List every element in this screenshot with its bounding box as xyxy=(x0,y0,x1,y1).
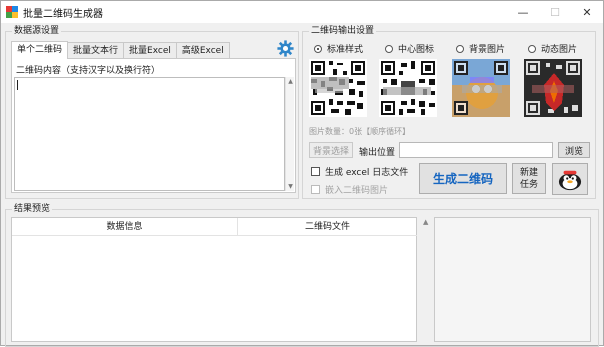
single-qr-panel: 二维码内容（支持汉字以及换行符） ▲ ▼ xyxy=(11,58,296,193)
new-task-line1: 新建 xyxy=(519,168,538,178)
scroll-up-icon[interactable]: ▲ xyxy=(286,77,295,86)
excel-log-label: 生成 excel 日志文件 xyxy=(325,168,409,178)
penguin-mascot-icon[interactable] xyxy=(552,163,588,195)
qr-preview-pane xyxy=(434,217,591,342)
generate-qr-button[interactable]: 生成二维码 xyxy=(419,163,507,194)
results-group-title: 结果预览 xyxy=(12,203,53,215)
radio-standard-style[interactable]: 标准样式 xyxy=(314,42,385,55)
embed-qr-option[interactable]: 嵌入二维码图片 xyxy=(311,183,388,196)
output-location-label: 输出位置 xyxy=(359,148,396,158)
radio-animated-dot[interactable] xyxy=(528,44,536,53)
excel-log-checkbox[interactable] xyxy=(311,167,320,176)
radio-standard-label: 标准样式 xyxy=(327,45,364,55)
qr-sample-animated-image xyxy=(524,59,582,117)
window-title: 批量二维码生成器 xyxy=(23,8,103,20)
background-select-button[interactable]: 背景选择 xyxy=(309,142,353,158)
output-location-input[interactable] xyxy=(399,142,553,158)
minimize-button[interactable]: — xyxy=(507,1,539,23)
new-task-button[interactable]: 新建 任务 xyxy=(512,163,546,194)
radio-center-label: 中心图标 xyxy=(398,45,435,55)
radio-animated-label: 动态图片 xyxy=(541,45,578,55)
embed-qr-label: 嵌入二维码图片 xyxy=(325,186,389,196)
radio-standard-dot[interactable] xyxy=(314,44,322,53)
embed-qr-checkbox[interactable] xyxy=(311,185,320,194)
radio-background-image[interactable]: 背景图片 xyxy=(456,42,528,55)
splitter-arrow-icon[interactable]: ▲ xyxy=(423,218,428,226)
radio-center-icon[interactable]: 中心图标 xyxy=(385,42,456,55)
radio-animated-image[interactable]: 动态图片 xyxy=(528,42,598,55)
data-source-tabs: 单个二维码 批量文本行 批量Excel 高级Excel xyxy=(11,41,230,59)
style-radio-group: 标准样式 中心图标 背景图片 动态图片 xyxy=(314,42,598,55)
column-header-data-info[interactable]: 数据信息 xyxy=(12,218,238,236)
new-task-line2: 任务 xyxy=(519,180,538,190)
qr-content-input[interactable] xyxy=(14,77,285,191)
content-label: 二维码内容（支持汉字以及换行符） xyxy=(16,66,161,76)
title-bar: 批量二维码生成器 — ☐ ✕ xyxy=(1,1,603,23)
text-caret xyxy=(17,80,18,90)
tab-batch-text[interactable]: 批量文本行 xyxy=(67,42,125,59)
close-button[interactable]: ✕ xyxy=(571,1,603,23)
window-controls: — ☐ ✕ xyxy=(507,1,603,23)
column-header-qr-file[interactable]: 二维码文件 xyxy=(238,218,417,236)
radio-center-dot[interactable] xyxy=(385,44,393,53)
radio-background-label: 背景图片 xyxy=(469,45,506,55)
results-table[interactable]: 数据信息 二维码文件 xyxy=(11,217,417,342)
radio-background-dot[interactable] xyxy=(456,44,464,53)
qr-sample-standard xyxy=(309,59,367,117)
app-window: 批量二维码生成器 — ☐ ✕ 数据源设置 单个二维码 批量文本行 批量Excel… xyxy=(0,0,604,347)
app-icon xyxy=(6,6,18,18)
output-group-title: 二维码输出设置 xyxy=(309,25,377,37)
image-count-hint: 图片数量：0张【顺序循环】 xyxy=(309,127,411,136)
gear-icon[interactable] xyxy=(277,40,294,57)
tab-single-qr[interactable]: 单个二维码 xyxy=(11,41,69,59)
qr-sample-background-image xyxy=(452,59,510,117)
excel-log-option[interactable]: 生成 excel 日志文件 xyxy=(311,165,408,178)
tab-batch-excel[interactable]: 批量Excel xyxy=(123,42,177,59)
data-source-group-title: 数据源设置 xyxy=(12,25,62,37)
maximize-button[interactable]: ☐ xyxy=(539,1,571,23)
tab-advanced-excel[interactable]: 高级Excel xyxy=(175,42,230,59)
scroll-down-icon[interactable]: ▼ xyxy=(286,182,295,191)
content-scrollbar[interactable]: ▲ ▼ xyxy=(285,77,294,191)
browse-button[interactable]: 浏览 xyxy=(558,142,590,158)
qr-sample-center-icon xyxy=(379,59,437,117)
